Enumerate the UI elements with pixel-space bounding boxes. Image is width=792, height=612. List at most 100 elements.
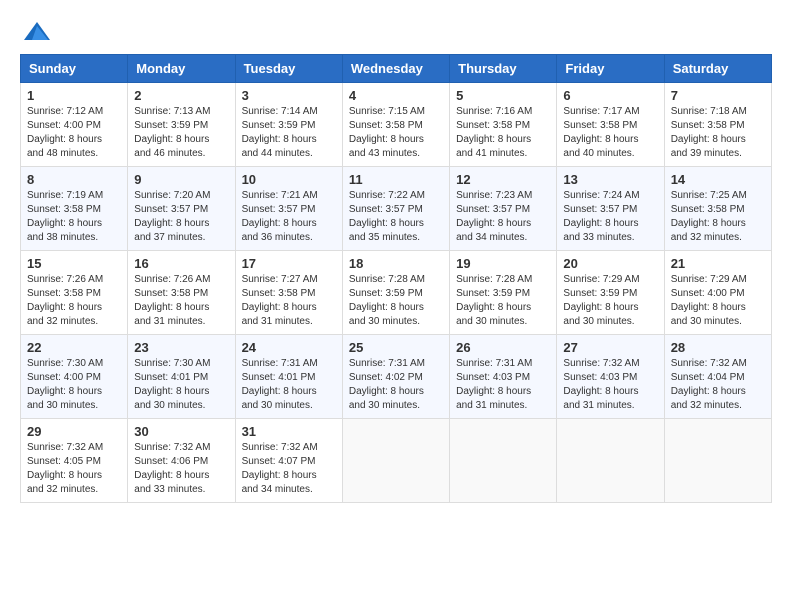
calendar-day-cell: 5 Sunrise: 7:16 AM Sunset: 3:58 PM Dayli… [450,83,557,167]
day-info: Sunrise: 7:29 AM Sunset: 4:00 PM Dayligh… [671,273,765,329]
weekday-header: Saturday [664,55,771,83]
calendar-day-cell: 31 Sunrise: 7:32 AM Sunset: 4:07 PM Dayl… [235,419,342,503]
day-info: Sunrise: 7:24 AM Sunset: 3:57 PM Dayligh… [563,189,657,245]
weekday-header: Wednesday [342,55,449,83]
day-number: 11 [349,172,443,187]
day-info: Sunrise: 7:28 AM Sunset: 3:59 PM Dayligh… [349,273,443,329]
day-number: 20 [563,256,657,271]
day-number: 27 [563,340,657,355]
calendar-day-cell: 24 Sunrise: 7:31 AM Sunset: 4:01 PM Dayl… [235,335,342,419]
calendar-day-cell: 18 Sunrise: 7:28 AM Sunset: 3:59 PM Dayl… [342,251,449,335]
day-info: Sunrise: 7:13 AM Sunset: 3:59 PM Dayligh… [134,105,228,161]
calendar-table: SundayMondayTuesdayWednesdayThursdayFrid… [20,54,772,503]
calendar-week-row: 1 Sunrise: 7:12 AM Sunset: 4:00 PM Dayli… [21,83,772,167]
day-info: Sunrise: 7:25 AM Sunset: 3:58 PM Dayligh… [671,189,765,245]
day-info: Sunrise: 7:27 AM Sunset: 3:58 PM Dayligh… [242,273,336,329]
day-number: 22 [27,340,121,355]
day-info: Sunrise: 7:32 AM Sunset: 4:05 PM Dayligh… [27,441,121,497]
day-number: 12 [456,172,550,187]
day-info: Sunrise: 7:26 AM Sunset: 3:58 PM Dayligh… [27,273,121,329]
day-info: Sunrise: 7:19 AM Sunset: 3:58 PM Dayligh… [27,189,121,245]
calendar-day-cell: 8 Sunrise: 7:19 AM Sunset: 3:58 PM Dayli… [21,167,128,251]
calendar-day-cell: 22 Sunrise: 7:30 AM Sunset: 4:00 PM Dayl… [21,335,128,419]
weekday-header: Sunday [21,55,128,83]
day-info: Sunrise: 7:29 AM Sunset: 3:59 PM Dayligh… [563,273,657,329]
calendar-day-cell: 4 Sunrise: 7:15 AM Sunset: 3:58 PM Dayli… [342,83,449,167]
calendar-day-cell: 13 Sunrise: 7:24 AM Sunset: 3:57 PM Dayl… [557,167,664,251]
calendar-day-cell: 16 Sunrise: 7:26 AM Sunset: 3:58 PM Dayl… [128,251,235,335]
day-number: 23 [134,340,228,355]
day-number: 15 [27,256,121,271]
day-number: 4 [349,88,443,103]
day-info: Sunrise: 7:20 AM Sunset: 3:57 PM Dayligh… [134,189,228,245]
day-info: Sunrise: 7:30 AM Sunset: 4:00 PM Dayligh… [27,357,121,413]
calendar-empty-cell [342,419,449,503]
day-number: 16 [134,256,228,271]
day-number: 13 [563,172,657,187]
calendar-empty-cell [557,419,664,503]
day-number: 21 [671,256,765,271]
day-number: 29 [27,424,121,439]
day-info: Sunrise: 7:32 AM Sunset: 4:06 PM Dayligh… [134,441,228,497]
day-number: 18 [349,256,443,271]
day-number: 14 [671,172,765,187]
calendar-day-cell: 2 Sunrise: 7:13 AM Sunset: 3:59 PM Dayli… [128,83,235,167]
page-header [20,20,772,44]
day-info: Sunrise: 7:17 AM Sunset: 3:58 PM Dayligh… [563,105,657,161]
day-number: 25 [349,340,443,355]
day-number: 24 [242,340,336,355]
weekday-header: Tuesday [235,55,342,83]
day-info: Sunrise: 7:21 AM Sunset: 3:57 PM Dayligh… [242,189,336,245]
day-info: Sunrise: 7:31 AM Sunset: 4:03 PM Dayligh… [456,357,550,413]
day-info: Sunrise: 7:32 AM Sunset: 4:07 PM Dayligh… [242,441,336,497]
day-number: 8 [27,172,121,187]
day-info: Sunrise: 7:32 AM Sunset: 4:04 PM Dayligh… [671,357,765,413]
day-number: 10 [242,172,336,187]
day-number: 30 [134,424,228,439]
day-number: 31 [242,424,336,439]
calendar-day-cell: 17 Sunrise: 7:27 AM Sunset: 3:58 PM Dayl… [235,251,342,335]
day-number: 17 [242,256,336,271]
calendar-day-cell: 25 Sunrise: 7:31 AM Sunset: 4:02 PM Dayl… [342,335,449,419]
calendar-day-cell: 14 Sunrise: 7:25 AM Sunset: 3:58 PM Dayl… [664,167,771,251]
weekday-header: Thursday [450,55,557,83]
calendar-day-cell: 11 Sunrise: 7:22 AM Sunset: 3:57 PM Dayl… [342,167,449,251]
calendar-day-cell: 19 Sunrise: 7:28 AM Sunset: 3:59 PM Dayl… [450,251,557,335]
calendar-day-cell: 27 Sunrise: 7:32 AM Sunset: 4:03 PM Dayl… [557,335,664,419]
day-info: Sunrise: 7:22 AM Sunset: 3:57 PM Dayligh… [349,189,443,245]
day-number: 6 [563,88,657,103]
day-number: 26 [456,340,550,355]
day-info: Sunrise: 7:31 AM Sunset: 4:01 PM Dayligh… [242,357,336,413]
day-number: 1 [27,88,121,103]
day-number: 3 [242,88,336,103]
day-number: 9 [134,172,228,187]
day-info: Sunrise: 7:31 AM Sunset: 4:02 PM Dayligh… [349,357,443,413]
logo-icon [22,20,52,44]
calendar-day-cell: 6 Sunrise: 7:17 AM Sunset: 3:58 PM Dayli… [557,83,664,167]
calendar-day-cell: 12 Sunrise: 7:23 AM Sunset: 3:57 PM Dayl… [450,167,557,251]
calendar-week-row: 22 Sunrise: 7:30 AM Sunset: 4:00 PM Dayl… [21,335,772,419]
day-info: Sunrise: 7:12 AM Sunset: 4:00 PM Dayligh… [27,105,121,161]
calendar-week-row: 8 Sunrise: 7:19 AM Sunset: 3:58 PM Dayli… [21,167,772,251]
calendar-day-cell: 26 Sunrise: 7:31 AM Sunset: 4:03 PM Dayl… [450,335,557,419]
day-number: 2 [134,88,228,103]
day-info: Sunrise: 7:32 AM Sunset: 4:03 PM Dayligh… [563,357,657,413]
calendar-day-cell: 9 Sunrise: 7:20 AM Sunset: 3:57 PM Dayli… [128,167,235,251]
logo [20,20,52,44]
calendar-day-cell: 30 Sunrise: 7:32 AM Sunset: 4:06 PM Dayl… [128,419,235,503]
weekday-header: Monday [128,55,235,83]
calendar-day-cell: 23 Sunrise: 7:30 AM Sunset: 4:01 PM Dayl… [128,335,235,419]
calendar-header-row: SundayMondayTuesdayWednesdayThursdayFrid… [21,55,772,83]
calendar-day-cell: 1 Sunrise: 7:12 AM Sunset: 4:00 PM Dayli… [21,83,128,167]
day-number: 19 [456,256,550,271]
day-info: Sunrise: 7:26 AM Sunset: 3:58 PM Dayligh… [134,273,228,329]
calendar-day-cell: 15 Sunrise: 7:26 AM Sunset: 3:58 PM Dayl… [21,251,128,335]
day-info: Sunrise: 7:23 AM Sunset: 3:57 PM Dayligh… [456,189,550,245]
calendar-week-row: 29 Sunrise: 7:32 AM Sunset: 4:05 PM Dayl… [21,419,772,503]
calendar-day-cell: 20 Sunrise: 7:29 AM Sunset: 3:59 PM Dayl… [557,251,664,335]
calendar-day-cell: 28 Sunrise: 7:32 AM Sunset: 4:04 PM Dayl… [664,335,771,419]
day-info: Sunrise: 7:15 AM Sunset: 3:58 PM Dayligh… [349,105,443,161]
calendar-day-cell: 21 Sunrise: 7:29 AM Sunset: 4:00 PM Dayl… [664,251,771,335]
day-number: 5 [456,88,550,103]
calendar-week-row: 15 Sunrise: 7:26 AM Sunset: 3:58 PM Dayl… [21,251,772,335]
